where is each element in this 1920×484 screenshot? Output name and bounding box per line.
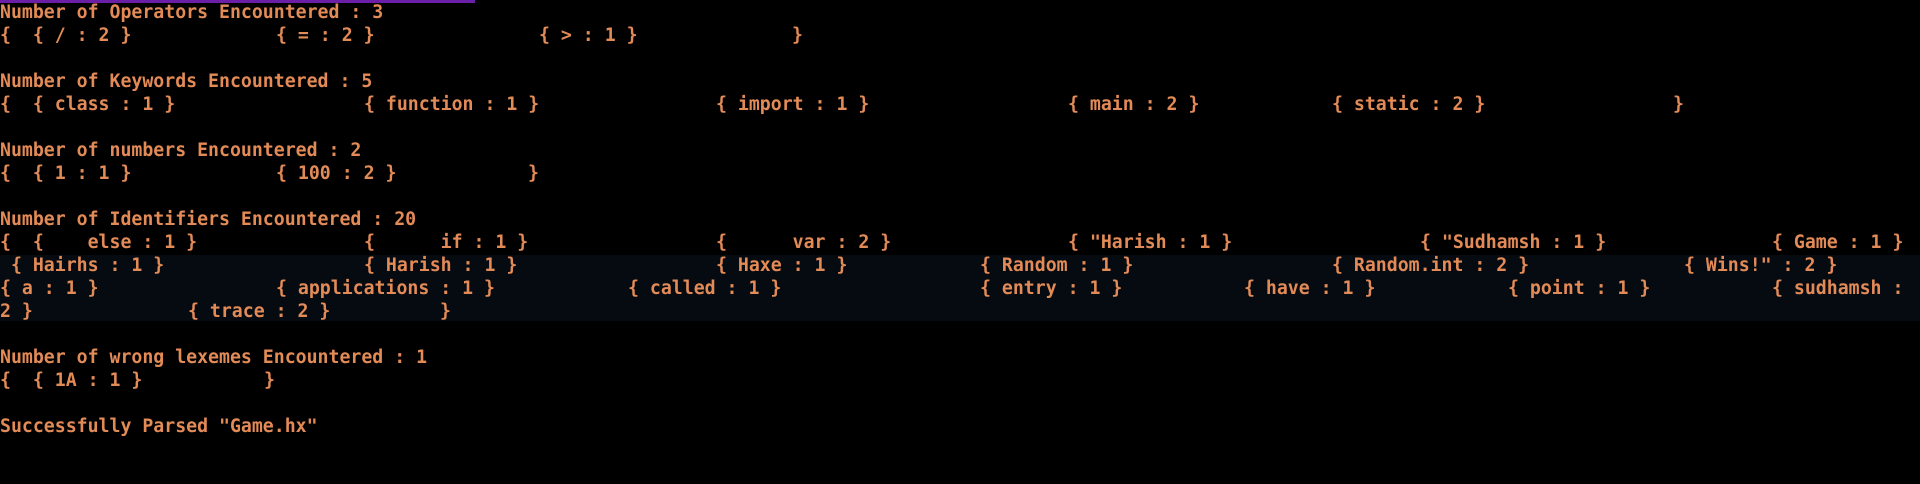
list-item: } — [1673, 94, 1684, 115]
wrong-lexemes-header: Number of wrong lexemes Encountered : 1 — [0, 347, 428, 368]
operators-list: { { / : 2 } { = : 2 } { > : 1 } } — [0, 24, 803, 47]
list-item: { var : 2 } — [716, 232, 892, 253]
identifiers-list-row: { { else : 1 } { if : 1 } { var : 2 } { … — [0, 231, 1903, 254]
list-item: { { 1A : 1 } — [0, 370, 143, 391]
list-item: { Game : 1 } — [1772, 232, 1904, 253]
list-item: { Random : 1 } — [980, 255, 1134, 276]
keywords-header: Number of Keywords Encountered : 5 — [0, 71, 373, 92]
list-item: { > : 1 } — [539, 25, 638, 46]
list-item: { "Harish : 1 } — [1068, 232, 1233, 253]
list-item: { 100 : 2 } — [276, 163, 397, 184]
list-item: { main : 2 } — [1068, 94, 1200, 115]
list-item: { { / : 2 } — [0, 25, 132, 46]
list-item: 2 } — [0, 301, 33, 322]
list-item: { { class : 1 } — [0, 94, 176, 115]
list-item: { = : 2 } — [276, 25, 375, 46]
identifiers-header: Number of Identifiers Encountered : 20 — [0, 209, 417, 230]
list-item: { Hairhs : 1 } — [0, 255, 165, 276]
list-item: { import : 1 } — [716, 94, 870, 115]
parse-status: Successfully Parsed "Game.hx" — [0, 416, 318, 437]
list-item: { have : 1 } — [1244, 278, 1376, 299]
list-item: { trace : 2 } — [188, 301, 331, 322]
list-item: { Random.int : 2 } — [1332, 255, 1530, 276]
list-item: } — [264, 370, 275, 391]
list-item: { function : 1 } — [364, 94, 540, 115]
list-item: } — [792, 25, 803, 46]
list-item: { if : 1 } — [364, 232, 529, 253]
list-item: { sudhamsh : — [1772, 278, 1904, 299]
list-item: { { else : 1 } — [0, 232, 198, 253]
list-item: { Wins!" : 2 } — [1684, 255, 1838, 276]
list-item: } — [528, 163, 539, 184]
identifiers-list-row: { a : 1 } { applications : 1 } { called … — [0, 277, 1903, 300]
numbers-header: Number of numbers Encountered : 2 — [0, 140, 362, 161]
list-item: { a : 1 } — [0, 278, 99, 299]
list-item: { applications : 1 } — [276, 278, 495, 299]
identifiers-list-row: 2 } { trace : 2 } } — [0, 300, 451, 323]
list-item: } — [440, 301, 451, 322]
list-item: { static : 2 } — [1332, 94, 1486, 115]
list-item: { called : 1 } — [628, 278, 782, 299]
list-item: { "Sudhamsh : 1 } — [1420, 232, 1607, 253]
identifiers-list-row: { Hairhs : 1 } { Harish : 1 } { Haxe : 1… — [0, 254, 1837, 277]
list-item: { { 1 : 1 } — [0, 163, 132, 184]
terminal-output: Number of Operators Encountered : 3 { { … — [0, 0, 1920, 437]
list-item: { Haxe : 1 } — [716, 255, 848, 276]
list-item: { Harish : 1 } — [364, 255, 518, 276]
operators-header: Number of Operators Encountered : 3 — [0, 2, 384, 23]
wrong-lexemes-list: { { 1A : 1 } } — [0, 369, 275, 392]
list-item: { entry : 1 } — [980, 278, 1123, 299]
keywords-list: { { class : 1 } { function : 1 } { impor… — [0, 93, 1684, 116]
list-item: { point : 1 } — [1508, 278, 1651, 299]
numbers-list: { { 1 : 1 } { 100 : 2 } } — [0, 162, 539, 185]
